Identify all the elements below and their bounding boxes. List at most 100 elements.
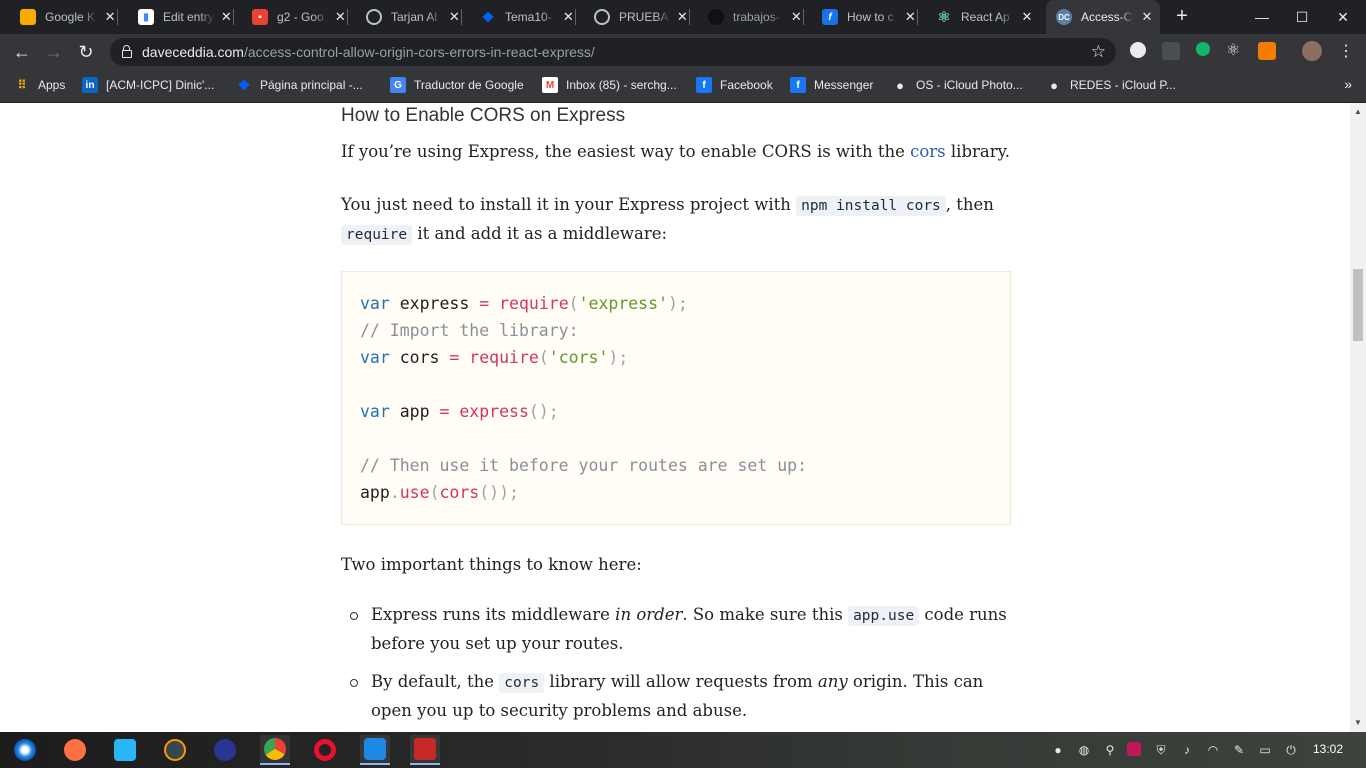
address-bar[interactable]: daveceddia.com/access-control-allow-orig… (110, 38, 1116, 66)
code-text: var express = require('express'); // Imp… (360, 294, 808, 502)
tab-title: PRUEBA (619, 10, 669, 24)
browser-toolbar: ← → ↻ daveceddia.com/access-control-allo… (0, 34, 1366, 70)
apps-grid-icon: ⠿ (17, 78, 27, 92)
bookmark-facebook[interactable]: f Facebook (696, 70, 773, 100)
menu-icon[interactable]: ⋮ (1334, 40, 1358, 64)
tab-g2[interactable]: ▪ g2 - Goo ✕ (232, 0, 348, 34)
paragraph: If you’re using Express, the easiest way… (341, 142, 1010, 161)
bookmark-label: [ACM-ICPC] Dinic'... (106, 78, 215, 92)
bookmark-label: OS - iCloud Photo... (916, 78, 1023, 92)
more-bookmarks-icon[interactable]: » (1344, 76, 1352, 92)
paragraph: Two important things to know here: (341, 555, 642, 574)
globe-icon (594, 9, 610, 25)
store-icon[interactable] (110, 735, 140, 765)
code-block: var express = require('express'); // Imp… (341, 271, 1011, 525)
bookmark-traductor[interactable]: G Traductor de Google (390, 70, 524, 100)
inline-code: npm install cors (796, 196, 946, 216)
tab-react-app[interactable]: ⚛ React Ap ✕ (916, 0, 1046, 34)
bookmark-icloud-os[interactable]: ● OS - iCloud Photo... (892, 70, 1023, 100)
screen-recorder-icon[interactable] (60, 735, 90, 765)
list-item: Express runs its middleware in order. So… (341, 601, 1021, 658)
new-tab-button[interactable]: + (1172, 6, 1192, 26)
bookmark-label: Messenger (814, 78, 874, 92)
maximize-button[interactable]: ☐ (1279, 0, 1325, 34)
volume-icon[interactable]: ♪ (1179, 742, 1195, 758)
tray-app-icon[interactable]: ◍ (1076, 742, 1092, 758)
deepin-launcher-icon[interactable] (10, 735, 40, 765)
url-text[interactable]: daveceddia.com/access-control-allow-orig… (142, 44, 595, 60)
tab-trabajos[interactable]: trabajos- ✕ (688, 0, 804, 34)
bookmark-icloud-redes[interactable]: ● REDES - iCloud P... (1046, 70, 1176, 100)
reload-button[interactable]: ↻ (74, 40, 98, 64)
avatar[interactable] (1302, 41, 1322, 61)
shield-icon[interactable]: ⛨ (1153, 742, 1169, 758)
analytics-icon: ▮ (138, 9, 154, 25)
list-item: By default, the cors library will allow … (341, 668, 1021, 725)
tab-how-to[interactable]: f How to c ✕ (802, 0, 918, 34)
github-icon (708, 9, 724, 25)
bookmark-label: Página principal -... (260, 78, 363, 92)
tab-prueba[interactable]: PRUEBA ✕ (574, 0, 690, 34)
usb-icon[interactable]: ⚲ (1102, 742, 1118, 758)
vscode-icon[interactable] (360, 735, 390, 765)
page-content: How to Enable CORS on Express If you’re … (0, 103, 1350, 732)
monitor-icon[interactable] (210, 735, 240, 765)
tab-tema10[interactable]: ❖ Tema10- ✕ (460, 0, 576, 34)
close-icon[interactable]: ✕ (1139, 9, 1155, 25)
tab-title: trabajos- (733, 10, 780, 24)
extension-icon[interactable] (1130, 42, 1146, 58)
vertical-scrollbar[interactable]: ▲ ▼ (1350, 103, 1366, 732)
back-button[interactable]: ← (10, 40, 34, 64)
bookmark-label: REDES - iCloud P... (1070, 78, 1176, 92)
notification-icon[interactable]: ● (1050, 742, 1066, 758)
tab-title: Edit entry (163, 10, 214, 24)
bookmark-pagina-principal[interactable]: ❖ Página principal -... (236, 70, 363, 100)
lock-icon (122, 45, 132, 58)
extension-icon[interactable] (1258, 42, 1276, 60)
terminal-icon[interactable] (410, 735, 440, 765)
tab-access-control[interactable]: DC Access-C ✕ (1046, 0, 1160, 34)
bullet-list: Express runs its middleware in order. So… (341, 601, 1021, 732)
power-icon[interactable]: ⏻ (1283, 742, 1299, 758)
globe-icon (366, 9, 382, 25)
bookmark-inbox[interactable]: M Inbox (85) - serchg... (542, 70, 677, 100)
extension-icon[interactable] (1196, 42, 1210, 56)
wifi-icon[interactable]: ◠ (1205, 742, 1221, 758)
g2-icon: ▪ (252, 9, 268, 25)
opera-icon[interactable] (310, 735, 340, 765)
bookmarks-bar: ⠿ Apps in [ACM-ICPC] Dinic'... ❖ Página … (0, 70, 1366, 103)
chrome-icon[interactable] (260, 735, 290, 765)
tab-google-keep[interactable]: Google K ✕ (0, 0, 118, 34)
apple-icon: ● (896, 77, 904, 93)
pen-icon[interactable]: ✎ (1231, 742, 1247, 758)
forward-button[interactable]: → (42, 40, 66, 64)
cors-link[interactable]: cors (910, 142, 946, 161)
tray-app-icon[interactable] (1127, 742, 1141, 756)
extension-icon[interactable] (1162, 42, 1180, 60)
sublime-icon[interactable] (160, 735, 190, 765)
tab-title: Tema10- (505, 10, 552, 24)
close-window-button[interactable]: ✕ (1320, 0, 1366, 34)
tab-edit-entry[interactable]: ▮ Edit entry ✕ (118, 0, 234, 34)
dropbox-icon: ❖ (481, 8, 495, 25)
paragraph: You just need to install it in your Expr… (341, 195, 994, 245)
bookmark-label: Facebook (720, 78, 773, 92)
close-icon[interactable]: ✕ (1019, 9, 1035, 25)
react-devtools-icon[interactable]: ⚛ (1226, 40, 1244, 59)
bookmark-label: Apps (38, 78, 66, 92)
scrollbar-thumb[interactable] (1353, 269, 1363, 341)
bookmark-messenger[interactable]: f Messenger (790, 70, 873, 100)
tab-tarjan[interactable]: Tarjan Al ✕ (346, 0, 462, 34)
close-icon[interactable]: ✕ (102, 9, 118, 25)
translate-icon: G (390, 77, 406, 93)
bookmark-star-icon[interactable]: ☆ (1091, 42, 1106, 62)
bookmark-acm[interactable]: in [ACM-ICPC] Dinic'... (82, 70, 214, 100)
battery-icon[interactable]: ▭ (1257, 742, 1273, 758)
gmail-icon: M (542, 77, 558, 93)
scroll-down-icon[interactable]: ▼ (1354, 718, 1362, 727)
bookmark-apps[interactable]: ⠿ Apps (14, 70, 66, 100)
bookmark-label: Traductor de Google (414, 78, 524, 92)
clock[interactable]: 13:02 (1313, 742, 1343, 756)
scroll-up-icon[interactable]: ▲ (1354, 107, 1362, 116)
react-icon: ⚛ (937, 9, 951, 26)
